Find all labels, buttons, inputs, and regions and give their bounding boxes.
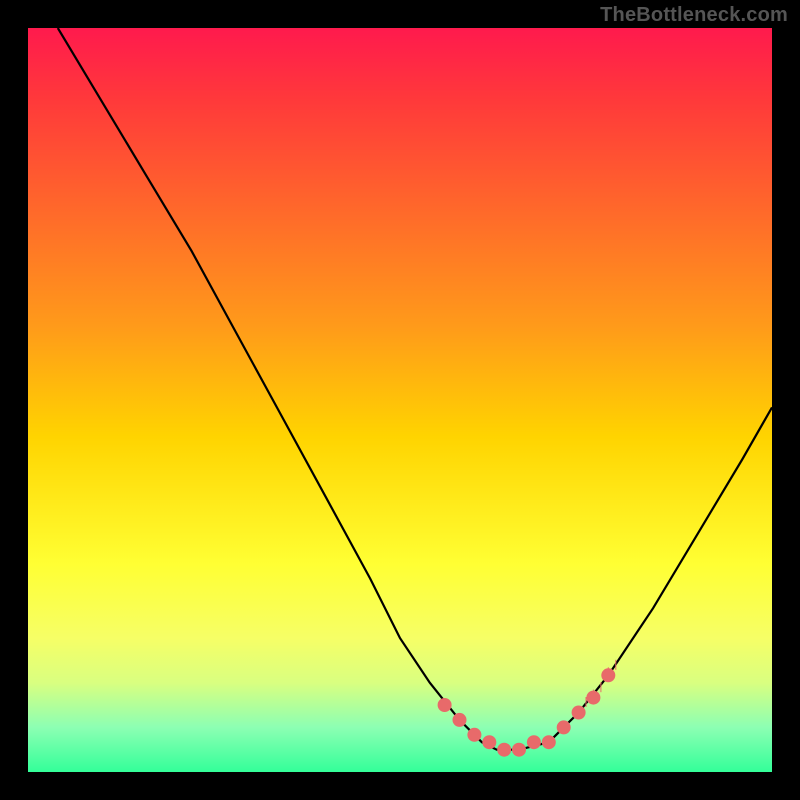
highlight-marker	[512, 743, 526, 757]
curve-svg	[28, 28, 772, 772]
highlight-marker	[497, 743, 511, 757]
watermark-text: TheBottleneck.com	[600, 4, 788, 27]
bottleneck-curve	[58, 28, 772, 750]
highlight-marker	[453, 713, 467, 727]
highlight-marker	[527, 735, 541, 749]
highlight-marker	[557, 720, 571, 734]
highlight-marker	[542, 735, 556, 749]
highlight-marker	[438, 698, 452, 712]
marker-group	[438, 668, 616, 756]
highlight-marker	[467, 728, 481, 742]
chart-frame: TheBottleneck.com	[0, 0, 800, 800]
highlight-marker	[572, 706, 586, 720]
plot-area	[28, 28, 772, 772]
highlight-marker	[482, 735, 496, 749]
